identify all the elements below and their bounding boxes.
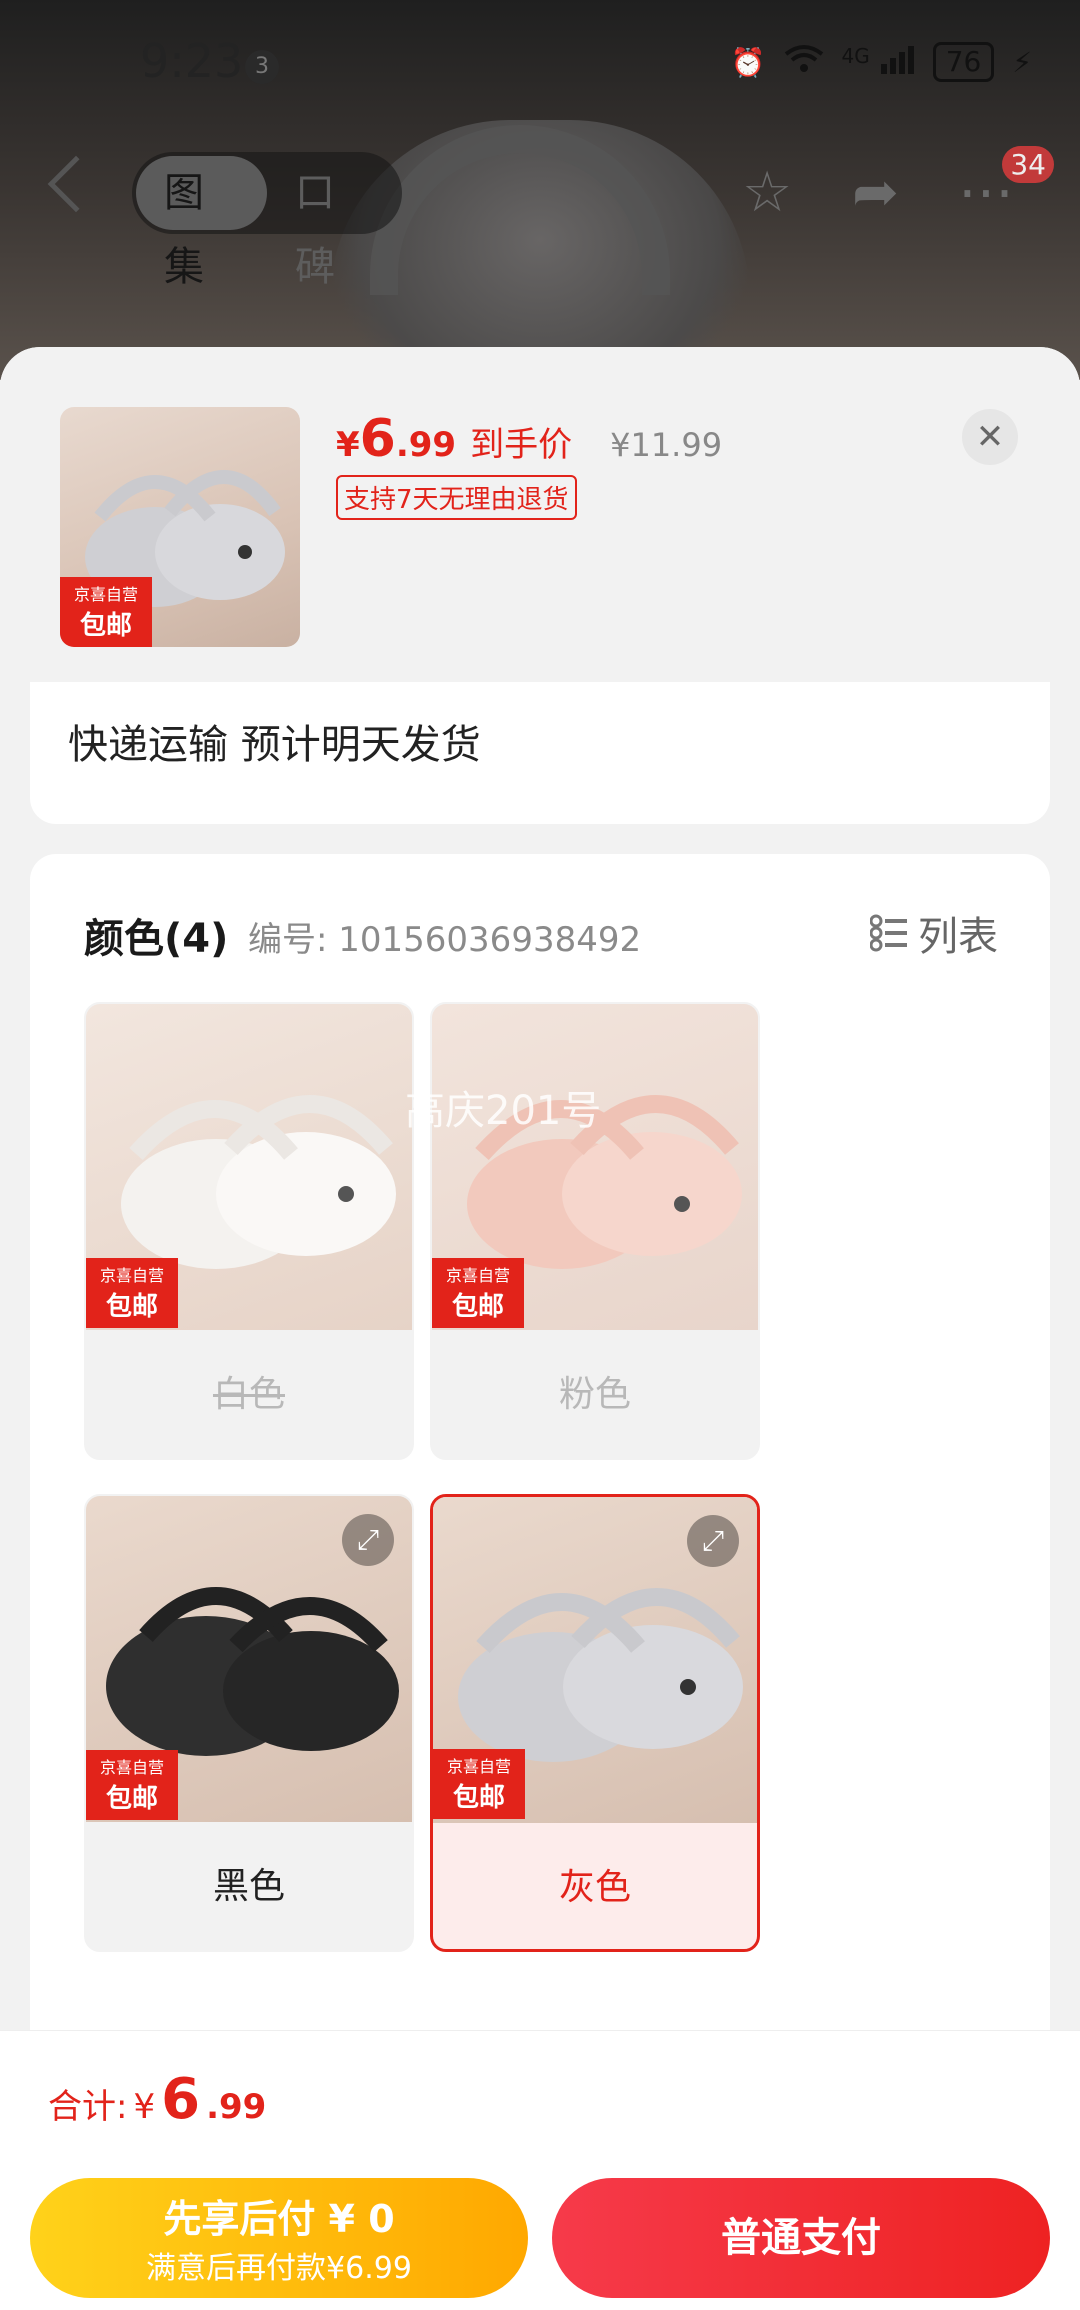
spec-title: 颜色(4) — [84, 916, 229, 962]
gallery-segment: 图集 口碑 — [132, 152, 402, 290]
color-option-pink[interactable]: 京喜自营包邮 粉色 — [430, 1002, 760, 1460]
expand-icon[interactable]: ⤢ — [342, 1514, 394, 1566]
jingxi-stamp: 京喜自营 包邮 — [432, 1258, 524, 1328]
watermark: 高庆201号 — [405, 1088, 602, 1134]
stamp-bottom-text: 包邮 — [452, 1783, 505, 1813]
jingxi-stamp: 京喜自营 包邮 — [60, 577, 152, 647]
status-icons: ⏰ 4G 76 ⚡ — [731, 42, 1032, 82]
close-icon[interactable]: ✕ — [962, 409, 1018, 465]
list-toggle-label: 列表 — [918, 914, 998, 960]
stamp-top-text: 京喜自营 — [73, 585, 138, 604]
sheet-header: 京喜自营 包邮 ¥6.99 到手价 ¥11.99 支持7天无理由退货 ✕ — [0, 347, 1080, 682]
price-tag: 到手价 — [470, 425, 573, 465]
stamp-bottom-text: 包邮 — [105, 1292, 158, 1322]
wifi-icon — [784, 44, 824, 81]
alarm-icon: ⏰ — [730, 45, 766, 79]
jingxi-stamp: 京喜自营 包邮 — [86, 1258, 178, 1328]
stamp-top-text: 京喜自营 — [445, 1266, 510, 1285]
status-time: 9:23 — [140, 34, 244, 88]
price-integer: 6 — [359, 409, 396, 469]
color-option-label: 粉色 — [558, 1374, 631, 1415]
total-label: 合计: — [48, 2087, 128, 2127]
total-decimal: .99 — [206, 2087, 267, 2127]
message-badge: 34 — [1002, 146, 1054, 183]
pay-later-button[interactable]: 先享后付 ¥ 0 满意后再付款¥6.99 — [30, 2178, 528, 2298]
stamp-top-text: 京喜自营 — [99, 1758, 164, 1777]
status-bar: 9:23 3 ⏰ 4G 76 ⚡ — [0, 30, 1080, 100]
stamp-top-text: 京喜自营 — [99, 1266, 164, 1285]
final-price: ¥6.99 — [336, 409, 456, 469]
top-nav: 图集 口碑 ☆ ➦ ⋯ 34 — [0, 146, 1080, 290]
pay-later-title: 先享后付 ¥ 0 — [163, 2197, 395, 2241]
battery-icon: 76 — [932, 42, 995, 82]
color-option-black[interactable]: ⤢ 京喜自营包邮 黑色 — [84, 1494, 414, 1952]
tab-reviews[interactable]: 口碑 — [267, 156, 398, 290]
color-option-white[interactable]: 京喜自营包邮 白色 — [84, 1002, 414, 1460]
list-view-toggle[interactable]: 列表 — [869, 904, 998, 962]
expand-icon[interactable]: ⤢ — [687, 1515, 739, 1567]
return-policy-badge: 支持7天无理由退货 — [336, 475, 577, 520]
total-currency: ¥ — [133, 2087, 156, 2127]
price-row: ¥6.99 到手价 ¥11.99 — [336, 409, 722, 469]
color-option-gray[interactable]: ⤢ 京喜自营包邮 灰色 — [430, 1494, 760, 1952]
list-icon — [869, 914, 908, 952]
notification-count: 3 — [245, 50, 279, 84]
color-option-label: 灰色 — [558, 1867, 631, 1908]
stamp-bottom-text: 包邮 — [105, 1784, 158, 1814]
normal-pay-button[interactable]: 普通支付 — [552, 2178, 1050, 2298]
total-bar: 合计: ¥6.99 — [0, 2030, 1080, 2164]
jingxi-stamp: 京喜自营 包邮 — [86, 1750, 178, 1820]
charging-icon: ⚡ — [1012, 45, 1032, 79]
shipping-text: 快递运输 预计明天发货 — [68, 722, 481, 768]
original-price: ¥11.99 — [610, 426, 723, 464]
stamp-top-text: 京喜自营 — [446, 1757, 511, 1776]
total-price: 合计: ¥6.99 — [48, 2067, 266, 2132]
jingxi-stamp: 京喜自营 包邮 — [433, 1749, 525, 1819]
star-icon[interactable]: ☆ — [742, 160, 792, 225]
product-thumbnail[interactable]: 京喜自营 包邮 — [60, 407, 300, 647]
pay-later-subtitle: 满意后再付款¥6.99 — [146, 2251, 412, 2286]
total-integer: 6 — [161, 2067, 201, 2132]
shipping-card: 快递运输 预计明天发货 — [30, 682, 1050, 824]
price-decimal: .99 — [395, 425, 457, 465]
signal-icon: 4G — [842, 44, 915, 81]
color-option-label: 白色 — [212, 1374, 285, 1415]
back-icon[interactable] — [47, 155, 105, 213]
product-code: 编号: 10156036938492 — [248, 920, 642, 960]
stamp-bottom-text: 包邮 — [79, 611, 132, 641]
tab-gallery[interactable]: 图集 — [136, 156, 267, 290]
price-currency: ¥ — [336, 425, 360, 465]
color-spec-card: 颜色(4) 编号: 10156036938492 列表 京喜自营 包邮 白色 京… — [30, 854, 1050, 2154]
share-icon[interactable]: ➦ — [852, 160, 899, 225]
color-option-label: 黑色 — [212, 1866, 285, 1907]
network-type: 4G — [841, 43, 870, 68]
payment-bar: 先享后付 ¥ 0 满意后再付款¥6.99 普通支付 — [0, 2164, 1080, 2310]
stamp-bottom-text: 包邮 — [451, 1292, 504, 1322]
sku-selector-sheet: 京喜自营 包邮 ¥6.99 到手价 ¥11.99 支持7天无理由退货 ✕ 快递运… — [0, 347, 1080, 2310]
